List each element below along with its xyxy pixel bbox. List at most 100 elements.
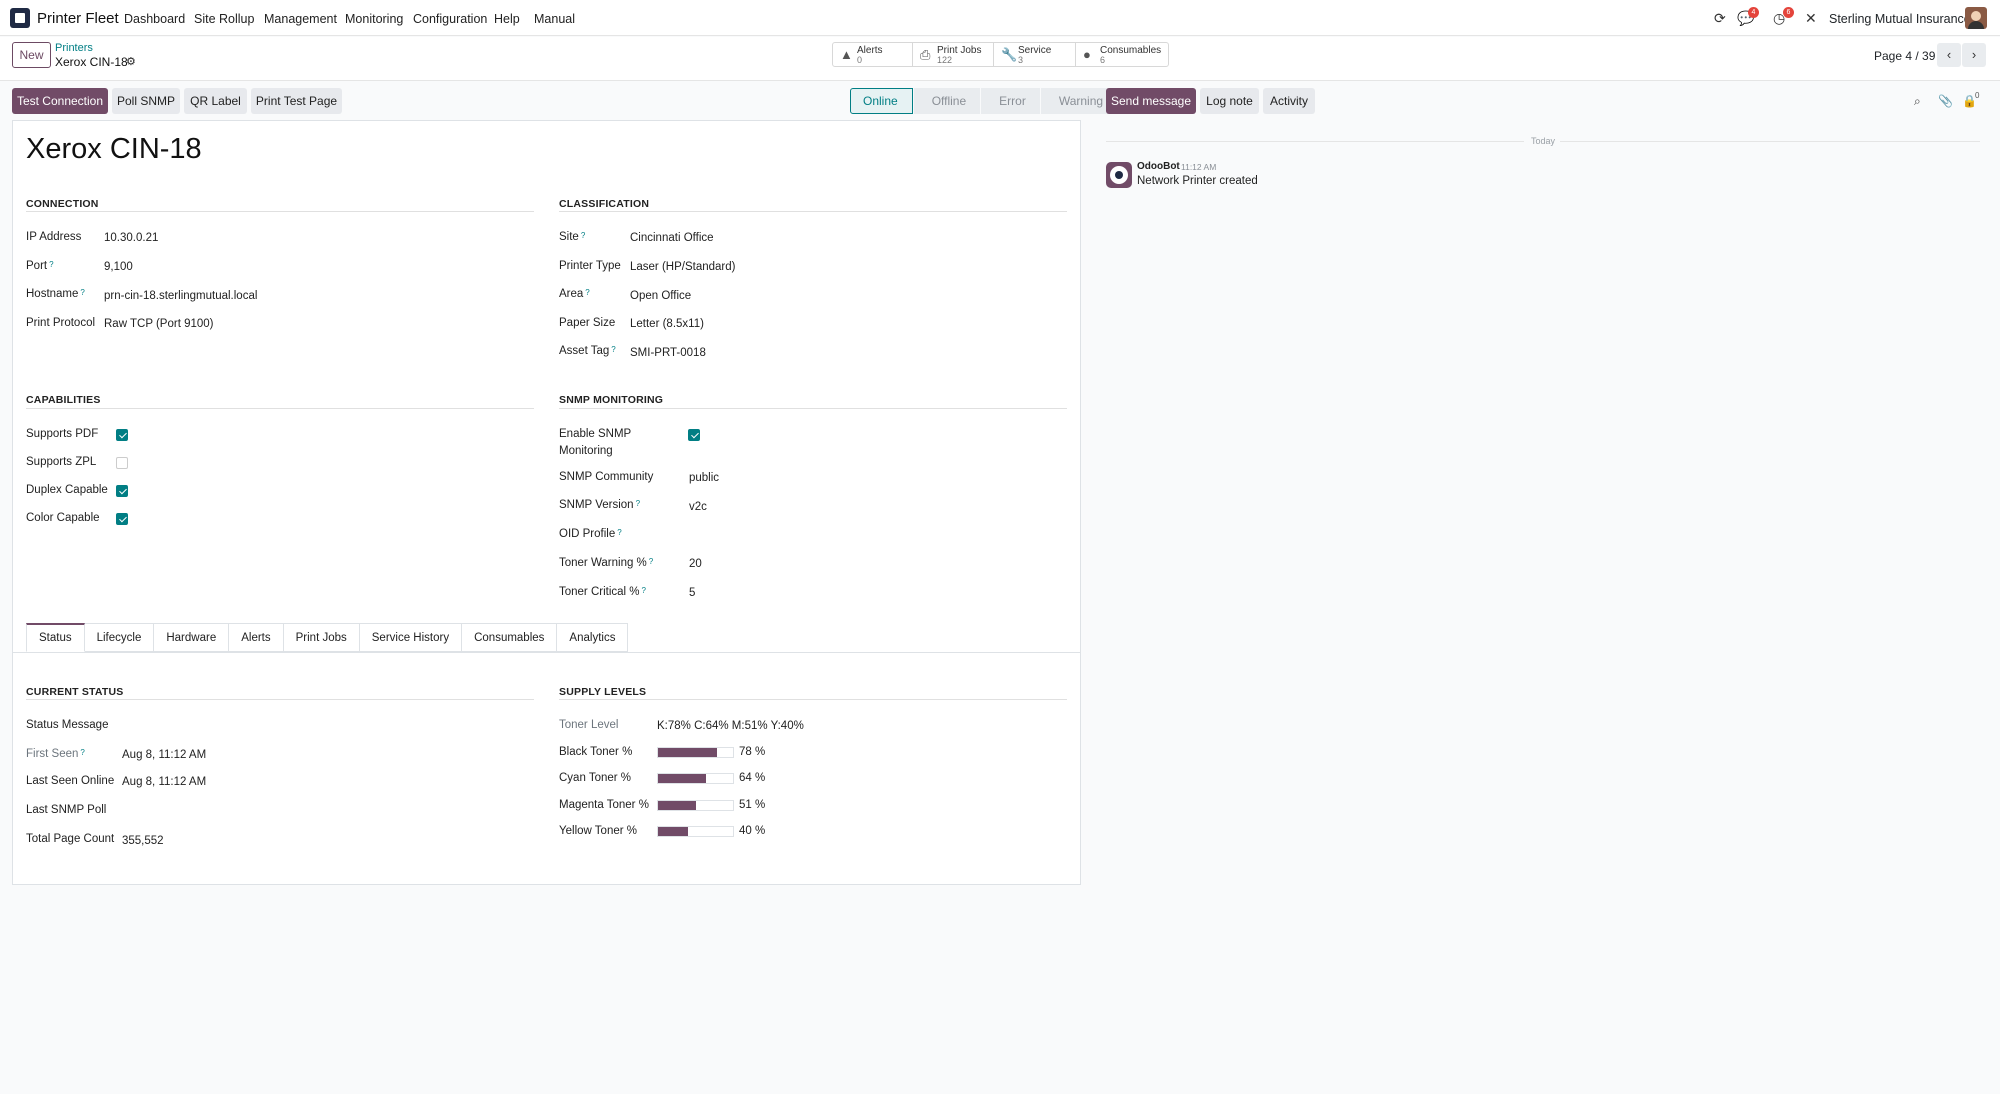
search-icon[interactable]: ⌕ bbox=[1914, 94, 1921, 109]
status-offline[interactable]: Offline bbox=[913, 88, 981, 114]
tools-icon[interactable]: ✕ bbox=[1805, 10, 1817, 27]
printer-type-field[interactable]: Laser (HP/Standard) bbox=[630, 261, 735, 273]
hostname-label-text: Hostname bbox=[26, 288, 79, 300]
menu-dashboard[interactable]: Dashboard bbox=[124, 12, 185, 26]
company-switcher[interactable]: Sterling Mutual Insurance bbox=[1829, 12, 1971, 26]
help-tooltip-icon[interactable]: ? bbox=[611, 345, 615, 354]
top-navbar: Printer Fleet Dashboard Site Rollup Mana… bbox=[0, 0, 2000, 36]
section-supply-levels: SUPPLY LEVELS bbox=[559, 686, 647, 698]
menu-management[interactable]: Management bbox=[264, 12, 337, 26]
toner-critical-field[interactable]: 5 bbox=[689, 587, 695, 599]
followers-count[interactable]: 0 bbox=[1975, 91, 1979, 100]
drop-icon: ● bbox=[1083, 47, 1091, 62]
divider bbox=[26, 408, 534, 409]
tab-alerts[interactable]: Alerts bbox=[229, 623, 284, 652]
print-test-page-button[interactable]: Print Test Page bbox=[251, 88, 342, 114]
help-tooltip-icon[interactable]: ? bbox=[636, 499, 640, 508]
tab-hardware[interactable]: Hardware bbox=[154, 623, 230, 652]
asset-tag-field[interactable]: SMI-PRT-0018 bbox=[630, 347, 706, 359]
oid-profile-label: OID Profile? bbox=[559, 528, 622, 540]
menu-configuration[interactable]: Configuration bbox=[413, 12, 487, 26]
first-seen-label: First Seen? bbox=[26, 748, 85, 760]
pager-next-button[interactable]: › bbox=[1962, 43, 1986, 67]
consumables-count: 6 bbox=[1100, 55, 1106, 65]
status-online[interactable]: Online bbox=[850, 88, 913, 114]
port-field[interactable]: 9,100 bbox=[104, 261, 133, 273]
color-capable-label: Color Capable bbox=[26, 512, 100, 524]
hostname-field[interactable]: prn-cin-18.sterlingmutual.local bbox=[104, 290, 257, 302]
message-body: Network Printer created bbox=[1137, 175, 1258, 187]
snmp-community-field[interactable]: public bbox=[689, 472, 719, 484]
app-brand[interactable]: Printer Fleet bbox=[37, 10, 119, 27]
snmp-version-field[interactable]: v2c bbox=[689, 501, 707, 513]
tab-consumables[interactable]: Consumables bbox=[462, 623, 558, 652]
page-title[interactable]: Xerox CIN-18 bbox=[26, 133, 202, 166]
supports-zpl-checkbox[interactable] bbox=[116, 457, 128, 469]
gear-icon[interactable]: ⚙ bbox=[126, 55, 136, 68]
tab-status[interactable]: Status bbox=[26, 623, 85, 652]
menu-monitoring[interactable]: Monitoring bbox=[345, 12, 403, 26]
print-jobs-smart-button[interactable]: ⎙ Print Jobs 122 bbox=[913, 43, 994, 66]
refresh-icon[interactable]: ⟳ bbox=[1714, 10, 1726, 27]
enable-snmp-checkbox[interactable] bbox=[688, 429, 700, 441]
paperclip-icon[interactable]: 📎 bbox=[1938, 94, 1953, 108]
hostname-label: Hostname? bbox=[26, 288, 85, 300]
odoobot-avatar[interactable] bbox=[1106, 162, 1132, 188]
help-tooltip-icon[interactable]: ? bbox=[585, 288, 589, 297]
test-connection-button[interactable]: Test Connection bbox=[12, 88, 108, 114]
tab-analytics[interactable]: Analytics bbox=[557, 623, 629, 652]
toner-warning-field[interactable]: 20 bbox=[689, 558, 702, 570]
menu-manual[interactable]: Manual bbox=[534, 12, 575, 26]
breadcrumb-parent[interactable]: Printers bbox=[55, 42, 93, 54]
activities-badge: 6 bbox=[1783, 7, 1794, 18]
black-toner-progress bbox=[657, 747, 734, 758]
help-tooltip-icon[interactable]: ? bbox=[642, 586, 646, 595]
send-message-button[interactable]: Send message bbox=[1106, 88, 1196, 114]
help-tooltip-icon[interactable]: ? bbox=[80, 748, 84, 757]
color-capable-checkbox[interactable] bbox=[116, 513, 128, 525]
supports-pdf-checkbox[interactable] bbox=[116, 429, 128, 441]
help-tooltip-icon[interactable]: ? bbox=[617, 528, 621, 537]
divider bbox=[1560, 141, 1980, 142]
menu-site-rollup[interactable]: Site Rollup bbox=[194, 12, 254, 26]
ip-address-label: IP Address bbox=[26, 231, 82, 243]
last-seen-online-field[interactable]: Aug 8, 11:12 AM bbox=[122, 776, 206, 788]
duplex-capable-checkbox[interactable] bbox=[116, 485, 128, 497]
menu-help[interactable]: Help bbox=[494, 12, 520, 26]
divider bbox=[12, 652, 1081, 653]
tab-service-history[interactable]: Service History bbox=[359, 623, 463, 652]
service-smart-button[interactable]: 🔧 Service 3 bbox=[994, 43, 1076, 66]
log-note-button[interactable]: Log note bbox=[1200, 88, 1259, 114]
chevron-right-icon: › bbox=[1971, 47, 1977, 62]
form-sheet bbox=[12, 120, 1081, 885]
qr-label-button[interactable]: QR Label bbox=[184, 88, 247, 114]
area-field[interactable]: Open Office bbox=[630, 290, 691, 302]
total-page-count-field[interactable]: 355,552 bbox=[122, 835, 164, 847]
help-tooltip-icon[interactable]: ? bbox=[80, 288, 84, 297]
cyan-toner-progress bbox=[657, 773, 734, 784]
paper-size-field[interactable]: Letter (8.5x11) bbox=[630, 318, 704, 330]
pager-value[interactable]: Page 4 / 39 bbox=[1874, 49, 1935, 63]
magenta-toner-fill bbox=[658, 801, 697, 810]
poll-snmp-button[interactable]: Poll SNMP bbox=[112, 88, 180, 114]
print-protocol-field[interactable]: Raw TCP (Port 9100) bbox=[104, 318, 214, 330]
site-field[interactable]: Cincinnati Office bbox=[630, 232, 714, 244]
help-tooltip-icon[interactable]: ? bbox=[581, 231, 585, 240]
day-separator: Today bbox=[1531, 136, 1556, 146]
user-avatar[interactable] bbox=[1965, 7, 1987, 29]
magenta-toner-progress bbox=[657, 800, 734, 811]
new-button[interactable]: New bbox=[12, 42, 51, 68]
status-error[interactable]: Error bbox=[981, 88, 1040, 114]
help-tooltip-icon[interactable]: ? bbox=[49, 260, 53, 269]
tab-print-jobs[interactable]: Print Jobs bbox=[283, 623, 360, 652]
help-tooltip-icon[interactable]: ? bbox=[649, 557, 653, 566]
message-author[interactable]: OdooBot bbox=[1137, 161, 1180, 172]
alerts-smart-button[interactable]: ▲ Alerts 0 bbox=[833, 43, 913, 66]
apps-menu-icon[interactable] bbox=[10, 8, 30, 28]
ip-address-field[interactable]: 10.30.0.21 bbox=[104, 232, 158, 244]
pager-previous-button[interactable]: ‹ bbox=[1937, 43, 1961, 67]
warning-icon: ▲ bbox=[840, 47, 853, 62]
consumables-smart-button[interactable]: ● Consumables 6 bbox=[1076, 43, 1168, 66]
activity-button[interactable]: Activity bbox=[1263, 88, 1315, 114]
tab-lifecycle[interactable]: Lifecycle bbox=[84, 623, 155, 652]
